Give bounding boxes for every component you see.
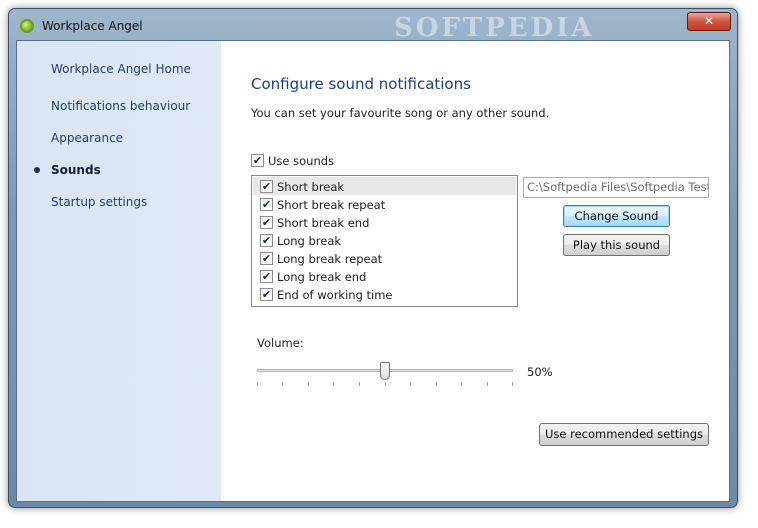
sidebar-item-startup[interactable]: Startup settings [51,195,147,209]
page-description: You can set your favourite song or any o… [251,106,550,120]
slider-tick [333,382,334,386]
list-item-label: Long break end [277,269,367,284]
use-sounds-checkbox[interactable]: ✔ Use sounds [251,153,334,168]
check-icon: ✔ [261,288,272,301]
check-icon: ✔ [261,180,272,193]
close-icon: ✕ [703,14,715,28]
sidebar-item-sounds[interactable]: Sounds [51,163,101,177]
list-item-label: Short break end [277,215,370,230]
list-item[interactable]: ✔ Short break [253,177,516,195]
checkbox[interactable]: ✔ [260,180,273,193]
slider-tick [385,382,386,386]
slider-tick [487,382,488,386]
title-bar[interactable]: Workplace Angel SOFTPEDIA ✕ [9,9,737,43]
slider-tick [410,382,411,386]
slider-tick [461,382,462,386]
watermark: SOFTPEDIA [394,13,595,43]
sidebar-item-home[interactable]: Workplace Angel Home [51,62,191,76]
check-icon: ✔ [261,198,272,211]
checkbox[interactable]: ✔ [260,198,273,211]
active-bullet-icon [34,167,40,173]
volume-value: 50% [527,365,553,379]
sound-event-list[interactable]: ✔ Short break ✔ Short break repeat ✔ Short … [251,175,518,307]
list-item-label: Short break [277,179,345,194]
checkbox[interactable]: ✔ [260,216,273,229]
sound-file-path-field[interactable]: C:\Softpedia Files\Softpedia Test.mp3 [523,177,709,198]
list-item[interactable]: ✔ Long break [253,231,516,249]
checkbox[interactable]: ✔ [260,288,273,301]
use-recommended-settings-button[interactable]: Use recommended settings [539,423,709,446]
slider-tick [436,382,437,386]
list-item[interactable]: ✔ Long break repeat [253,249,516,267]
list-item-label: Long break repeat [277,251,383,266]
play-sound-button[interactable]: Play this sound [563,234,670,256]
volume-slider-thumb[interactable] [380,362,390,380]
check-icon: ✔ [261,252,272,265]
close-button[interactable]: ✕ [687,12,731,31]
check-icon: ✔ [261,216,272,229]
volume-label: Volume: [257,336,304,350]
checkbox[interactable]: ✔ [251,154,264,167]
checkbox[interactable]: ✔ [260,252,273,265]
window-title: Workplace Angel [42,19,143,33]
change-sound-button[interactable]: Change Sound [563,205,670,227]
page-title: Configure sound notifications [251,75,471,93]
slider-tick [308,382,309,386]
slider-tick [282,382,283,386]
slider-tick [257,382,258,386]
list-item-label: Short break repeat [277,197,386,212]
sidebar: Workplace Angel Home Notifications behav… [17,41,221,501]
list-item[interactable]: ✔ Short break repeat [253,195,516,213]
slider-tick [359,382,360,386]
list-item[interactable]: ✔ Long break end [253,267,516,285]
list-item-label: Long break [277,233,342,248]
app-window: Workplace Angel SOFTPEDIA ✕ Workplace An… [8,8,738,508]
checkbox[interactable]: ✔ [260,270,273,283]
sidebar-item-notifications[interactable]: Notifications behaviour [51,99,190,113]
app-logo-icon [20,19,34,33]
sidebar-item-appearance[interactable]: Appearance [51,131,123,145]
checkbox[interactable]: ✔ [260,234,273,247]
slider-tick [512,382,513,386]
check-icon: ✔ [261,234,272,247]
list-item[interactable]: ✔ Short break end [253,213,516,231]
check-icon: ✔ [252,154,263,167]
check-icon: ✔ [261,270,272,283]
list-item[interactable]: ✔ End of working time [253,285,516,303]
list-item-label: End of working time [277,287,393,302]
use-sounds-label: Use sounds [268,153,335,168]
client-area: Workplace Angel Home Notifications behav… [16,40,730,502]
